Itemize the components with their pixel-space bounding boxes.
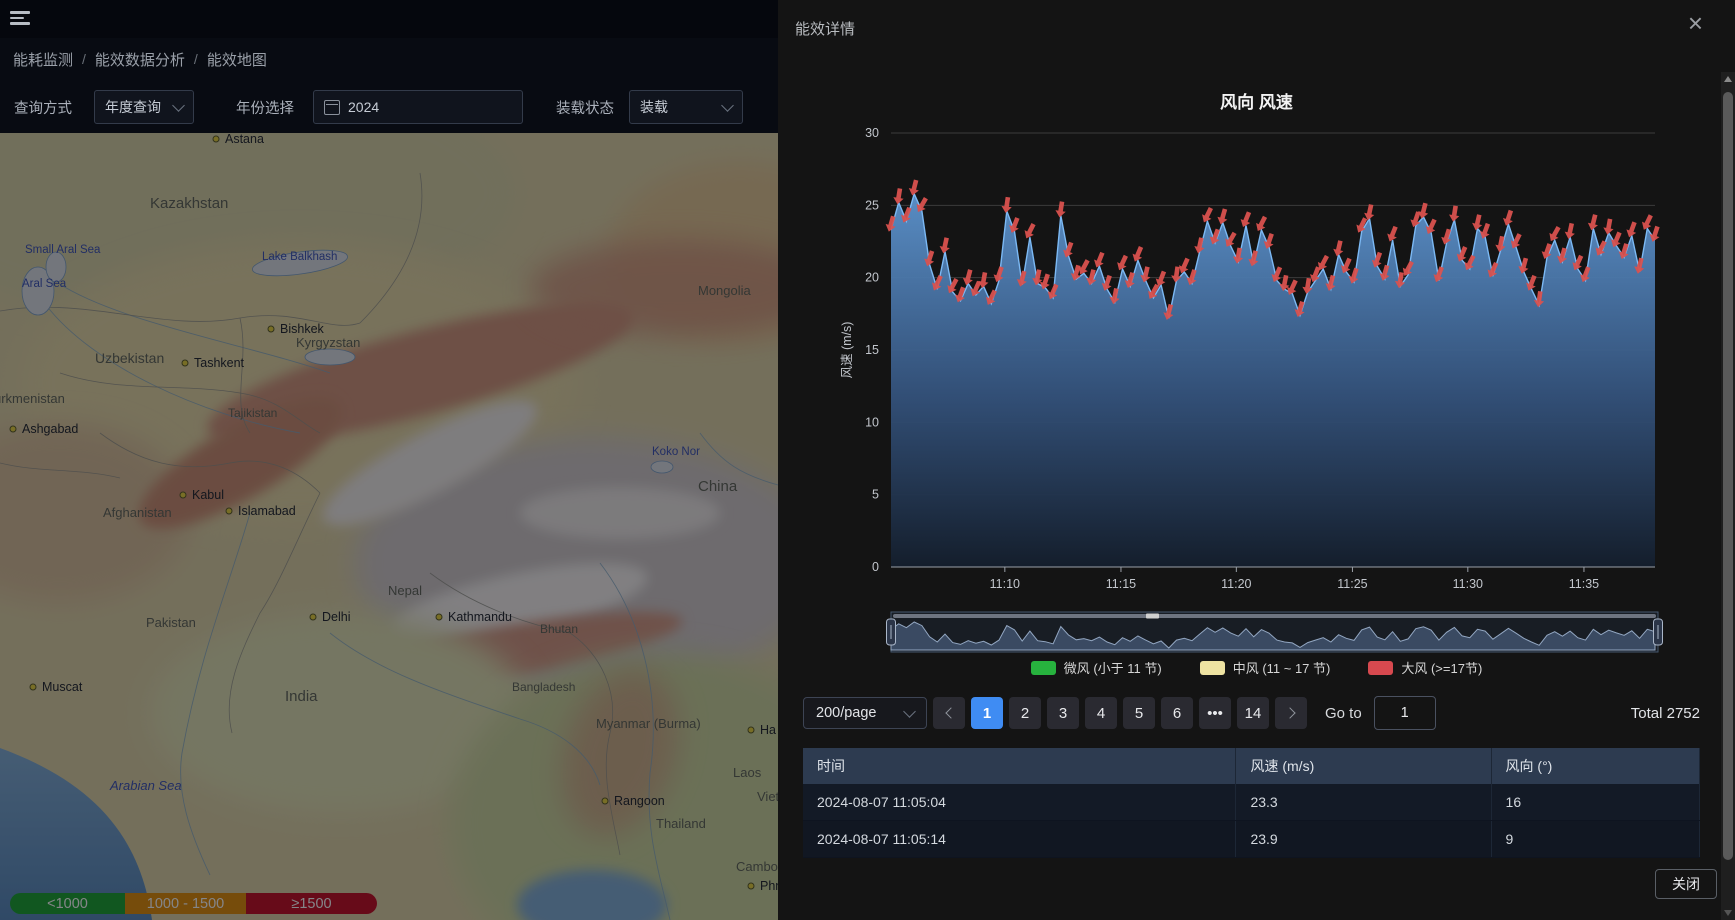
wind-direction-arrow	[1054, 201, 1067, 218]
wind-direction-arrow	[1602, 218, 1615, 236]
scroll-up-icon[interactable]	[1724, 76, 1732, 82]
legend-label: 大风 (>=17节)	[1401, 658, 1482, 677]
chart-legend-item[interactable]: 中风 (11 ~ 17 节)	[1200, 658, 1331, 677]
y-tick-label: 20	[865, 271, 879, 285]
panel-title: 能效详情	[795, 18, 855, 39]
x-tick-label: 11:10	[990, 577, 1020, 591]
wind-chart[interactable]: 0 5 10 15 20 25 30 风速 (m/s) 11:10 11:15 11:20 11:25…	[778, 80, 1735, 680]
breadcrumb: 能耗监测 / 能效数据分析 / 能效地图	[0, 38, 778, 80]
table-cell: 23.9	[1236, 821, 1491, 858]
page-size-select[interactable]: 200/page	[803, 697, 927, 729]
scrollbar-thumb[interactable]	[1723, 92, 1733, 860]
year-value: 2024	[348, 99, 379, 115]
wind-direction-arrow	[1448, 205, 1461, 222]
table-cell: 2024-08-07 11:05:14	[803, 821, 1236, 858]
area-fill	[891, 194, 1655, 567]
breadcrumb-separator: /	[82, 51, 86, 67]
app-topbar	[0, 0, 778, 38]
scroll-down-icon[interactable]	[1724, 910, 1732, 916]
table-header-cell: 时间	[803, 748, 1236, 784]
y-tick-label: 0	[872, 560, 879, 574]
table-cell: 9	[1491, 821, 1699, 858]
detail-panel: 能效详情 × 风向 风速 051015202530风速 (m/s)11:1011…	[778, 0, 1735, 920]
goto-label: Go to	[1325, 705, 1362, 722]
wind-direction-arrow	[1332, 240, 1346, 258]
page-button[interactable]: 5	[1123, 697, 1155, 729]
y-tick-label: 30	[865, 126, 879, 140]
chart-legend-item[interactable]: 微风 (小于 11 节)	[1031, 658, 1162, 677]
chevron-down-icon	[721, 99, 734, 112]
chart-legend-item[interactable]: 大风 (>=17节)	[1368, 658, 1482, 677]
table-row: 2024-08-07 11:05:0423.316	[803, 784, 1700, 821]
close-icon[interactable]: ×	[1688, 10, 1703, 36]
x-tick-label: 11:25	[1337, 577, 1367, 591]
x-tick-label: 11:30	[1453, 577, 1483, 591]
wind-direction-arrow	[938, 237, 951, 255]
page-button[interactable]: 6	[1161, 697, 1193, 729]
data-table: 时间风速 (m/s)风向 (°) 2024-08-07 11:05:0423.3…	[803, 748, 1700, 858]
legend-label: 微风 (小于 11 节)	[1064, 658, 1162, 677]
chevron-down-icon	[903, 705, 916, 718]
x-tick-label: 11:15	[1106, 577, 1136, 591]
page-ellipsis[interactable]: •••	[1199, 697, 1231, 729]
page-size-value: 200/page	[816, 705, 876, 721]
x-tick-label: 11:35	[1569, 577, 1599, 591]
query-mode-value: 年度查询	[105, 97, 161, 117]
y-tick-label: 25	[865, 198, 879, 212]
modal-backdrop	[0, 133, 778, 920]
left-region: 能耗监测 / 能效数据分析 / 能效地图 查询方式 年度查询 年份选择 2024 装载状…	[0, 0, 778, 920]
y-tick-label: 10	[865, 415, 879, 429]
legend-swatch	[1200, 661, 1225, 675]
query-mode-select[interactable]: 年度查询	[94, 90, 194, 124]
y-axis-name: 风速 (m/s)	[840, 322, 854, 379]
table-header-cell: 风速 (m/s)	[1236, 748, 1491, 784]
breadcrumb-item: 能效地图	[207, 49, 267, 70]
filter-bar: 查询方式 年度查询 年份选择 2024 装载状态 装载	[0, 80, 778, 133]
chevron-down-icon	[172, 99, 185, 112]
close-button[interactable]: 关闭	[1655, 869, 1717, 899]
datazoom-rail[interactable]	[893, 614, 1656, 618]
goto-page-input[interactable]	[1374, 696, 1436, 730]
y-tick-label: 15	[865, 343, 879, 357]
load-state-label: 装载状态	[556, 97, 614, 118]
legend-swatch	[1368, 661, 1393, 675]
load-state-select[interactable]: 装载	[629, 90, 743, 124]
breadcrumb-item[interactable]: 能耗监测	[13, 49, 73, 70]
legend-swatch	[1031, 661, 1056, 675]
table-header-cell: 风向 (°)	[1491, 748, 1699, 784]
page-button[interactable]: 3	[1047, 697, 1079, 729]
screen: 能耗监测/能效数据分析/能效地图 查询方式 年度查询 年份选择 2024 装载状…	[0, 0, 1735, 920]
total-count: Total 2752	[1631, 705, 1700, 722]
prev-page-button[interactable]	[933, 697, 965, 729]
page-button[interactable]: 14	[1237, 697, 1269, 729]
table-row: 2024-08-07 11:05:1423.99	[803, 821, 1700, 858]
page-button[interactable]: 1	[971, 697, 1003, 729]
legend-label: 中风 (11 ~ 17 节)	[1233, 658, 1331, 677]
calendar-icon	[324, 100, 340, 115]
wind-direction-arrow	[1563, 222, 1576, 240]
page-button[interactable]: 2	[1009, 697, 1041, 729]
chart-legend: 微风 (小于 11 节) 中风 (11 ~ 17 节) 大风 (>=17节)	[778, 658, 1735, 677]
breadcrumb-separator: /	[194, 51, 198, 67]
wind-direction-arrow	[1471, 214, 1485, 232]
year-select-label: 年份选择	[236, 97, 294, 118]
table-cell: 16	[1491, 784, 1699, 821]
menu-icon[interactable]	[10, 11, 30, 27]
query-mode-label: 查询方式	[14, 97, 72, 118]
next-page-button[interactable]	[1275, 697, 1307, 729]
load-state-value: 装载	[640, 97, 668, 117]
breadcrumb-item[interactable]: 能效数据分析	[95, 49, 185, 70]
wind-direction-arrow	[892, 188, 905, 205]
table-cell: 23.3	[1236, 784, 1491, 821]
y-tick-label: 5	[872, 488, 879, 502]
datazoom-grip[interactable]	[1146, 614, 1159, 619]
year-date-input[interactable]: 2024	[313, 90, 523, 124]
pagination: 200/page 123456•••14 Go to Total 2752	[778, 696, 1735, 730]
scrollbar[interactable]	[1721, 72, 1735, 920]
table-cell: 2024-08-07 11:05:04	[803, 784, 1236, 821]
page-button[interactable]: 4	[1085, 697, 1117, 729]
x-tick-label: 11:20	[1221, 577, 1251, 591]
